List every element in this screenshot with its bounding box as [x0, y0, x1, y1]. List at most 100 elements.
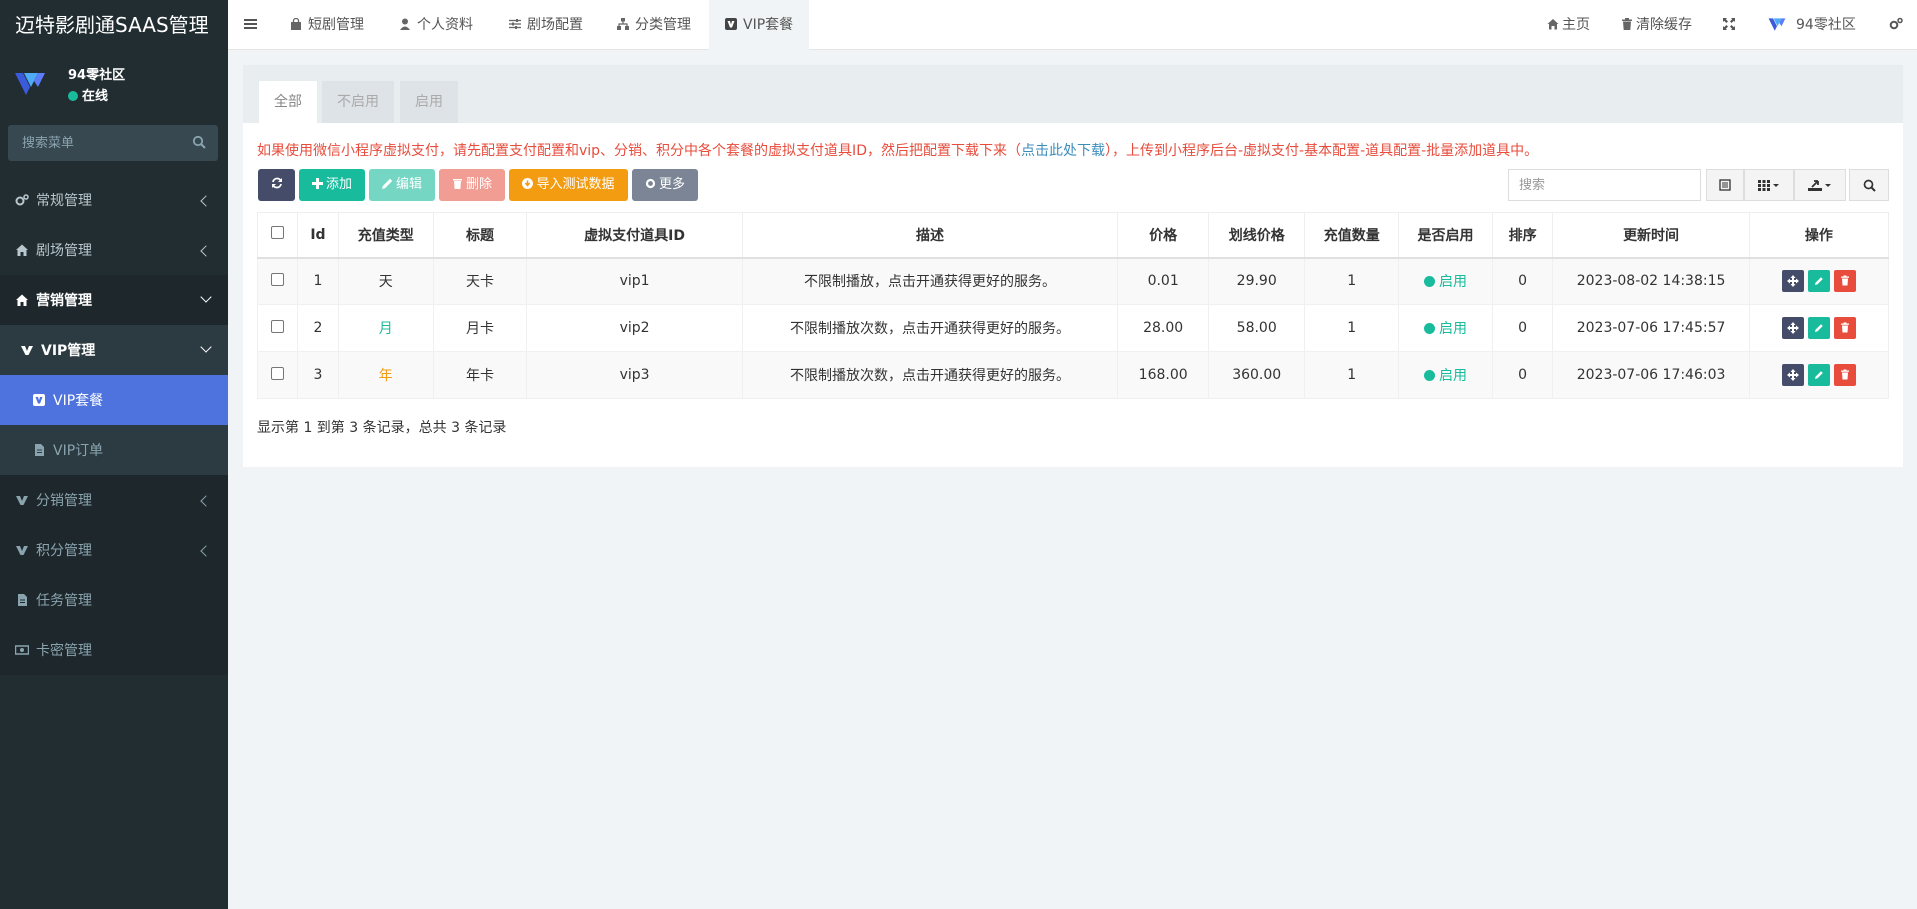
- search-icon: [1863, 179, 1876, 192]
- download-icon: [522, 178, 534, 189]
- user-name: 94零社区: [68, 68, 126, 83]
- column-header[interactable]: 充值数量: [1304, 212, 1400, 259]
- home-icon: [1547, 19, 1559, 30]
- column-header[interactable]: 描述: [741, 212, 1119, 259]
- column-header[interactable]: 更新时间: [1552, 212, 1750, 259]
- cell-description: 不限制播放次数，点击开通获得更好的服务。: [741, 304, 1119, 352]
- status-badge[interactable]: 启用: [1424, 321, 1467, 337]
- cell-description: 不限制播放次数，点击开通获得更好的服务。: [741, 351, 1119, 399]
- table-search-input[interactable]: [1509, 170, 1700, 200]
- home-link[interactable]: 主页: [1547, 0, 1590, 50]
- chevron-down-icon: [200, 341, 212, 353]
- chevron-left-icon: [200, 245, 212, 257]
- table-row: 3 年 年卡 vip3 不限制播放次数，点击开通获得更好的服务。 168.00 …: [257, 351, 1890, 399]
- pencil-icon: [1814, 277, 1823, 286]
- plus-icon: [311, 178, 323, 189]
- sidebar-item-points[interactable]: 积分管理: [0, 525, 228, 575]
- column-header[interactable]: Id: [296, 212, 339, 259]
- add-button[interactable]: 添加: [299, 169, 365, 201]
- sidebar-item-general[interactable]: 常规管理: [0, 175, 228, 225]
- cell-quantity: 1: [1304, 304, 1400, 352]
- file-icon: [35, 444, 44, 456]
- row-delete-button[interactable]: [1833, 270, 1856, 293]
- fullscreen-icon: [1723, 18, 1735, 30]
- cell-id: 1: [296, 257, 339, 305]
- cell-title: 天卡: [432, 257, 528, 305]
- sidebar-item-cards[interactable]: 卡密管理: [0, 625, 228, 675]
- status-badge[interactable]: 启用: [1424, 274, 1467, 290]
- column-header[interactable]: 充值类型: [337, 212, 434, 259]
- row-delete-button[interactable]: [1833, 317, 1856, 339]
- column-header[interactable]: 标题: [432, 212, 528, 259]
- add-button-label: 添加: [325, 177, 352, 192]
- select-all-checkbox[interactable]: [270, 226, 284, 240]
- vip-icon: [33, 394, 45, 406]
- vip-icon: [16, 546, 28, 555]
- column-header[interactable]: 是否启用: [1398, 212, 1493, 259]
- notice-text: 如果使用微信小程序虚拟支付，请先配置支付配置和vip、分销、积分中各个套餐的虚拟…: [257, 140, 1538, 160]
- tab-theater-config[interactable]: 剧场配置: [509, 0, 583, 50]
- row-delete-button[interactable]: [1833, 364, 1856, 386]
- cell-updated: 2023-08-02 14:38:15: [1552, 257, 1750, 305]
- menu-toggle-button[interactable]: [244, 0, 257, 50]
- edit-button[interactable]: 编辑: [369, 169, 435, 201]
- download-config-link[interactable]: 点击此处下载: [1021, 143, 1105, 159]
- column-header[interactable]: 价格: [1117, 212, 1210, 259]
- row-checkbox[interactable]: [270, 319, 284, 333]
- tab-label: VIP套餐: [743, 17, 794, 33]
- drag-sort-button[interactable]: [1781, 364, 1804, 386]
- import-test-data-button[interactable]: 导入测试数据: [509, 169, 628, 201]
- column-header[interactable]: 排序: [1491, 212, 1554, 259]
- clear-cache-button[interactable]: 清除缓存: [1621, 0, 1692, 50]
- sidebar-item-label: 积分管理: [36, 543, 92, 559]
- row-checkbox[interactable]: [270, 366, 284, 380]
- toggle-view-button[interactable]: [1706, 169, 1744, 201]
- sidebar-item-distribution[interactable]: 分销管理: [0, 475, 228, 525]
- sidebar-item-label: 卡密管理: [36, 643, 92, 659]
- columns-button[interactable]: [1744, 169, 1794, 201]
- cell-title: 年卡: [432, 351, 528, 399]
- status-badge[interactable]: 启用: [1424, 368, 1467, 384]
- import-button-label: 导入测试数据: [536, 177, 615, 192]
- sidebar-item-vip-order[interactable]: VIP订单: [0, 425, 228, 475]
- tab-short-drama[interactable]: 短剧管理: [290, 0, 364, 50]
- drag-sort-button[interactable]: [1781, 270, 1804, 293]
- status-dot: [1424, 323, 1436, 334]
- arrows-icon: [1786, 322, 1799, 334]
- sidebar-item-vip-package[interactable]: VIP套餐: [0, 375, 228, 425]
- tab-enabled[interactable]: 启用: [400, 81, 458, 123]
- delete-button-label: 删除: [465, 177, 492, 192]
- tab-profile[interactable]: 个人资料: [399, 0, 473, 50]
- cell-type: 月: [337, 304, 434, 352]
- advanced-search-button[interactable]: [1849, 169, 1889, 201]
- drag-sort-button[interactable]: [1781, 317, 1804, 339]
- column-header[interactable]: 虚拟支付道具ID: [526, 212, 743, 259]
- settings-button[interactable]: [1889, 0, 1903, 50]
- sidebar-item-theater[interactable]: 剧场管理: [0, 225, 228, 275]
- refresh-button[interactable]: [258, 169, 295, 201]
- sidebar-search-input[interactable]: [8, 125, 218, 161]
- fullscreen-button[interactable]: [1723, 0, 1735, 50]
- tab-label: 剧场配置: [527, 17, 583, 33]
- row-edit-button[interactable]: [1807, 270, 1830, 293]
- cell-sort: 0: [1491, 304, 1554, 352]
- row-checkbox[interactable]: [270, 272, 284, 286]
- search-icon[interactable]: [192, 135, 206, 149]
- sidebar-item-vip[interactable]: VIP管理: [0, 325, 228, 375]
- export-button[interactable]: [1794, 169, 1846, 201]
- tab-vip-package[interactable]: VIP套餐: [709, 0, 810, 50]
- more-button[interactable]: 更多: [632, 169, 698, 201]
- tab-disabled[interactable]: 不启用: [322, 81, 394, 123]
- row-edit-button[interactable]: [1807, 364, 1830, 386]
- user-status-text: 在线: [82, 89, 109, 104]
- row-edit-button[interactable]: [1807, 317, 1830, 339]
- tab-category[interactable]: 分类管理: [617, 0, 691, 50]
- tab-all[interactable]: 全部: [259, 81, 317, 123]
- select-all-cell: [257, 212, 298, 259]
- sidebar-item-marketing[interactable]: 营销管理: [0, 275, 228, 325]
- user-menu[interactable]: 94零社区: [1768, 0, 1856, 50]
- sidebar-item-tasks[interactable]: 任务管理: [0, 575, 228, 625]
- trash-icon: [1622, 18, 1632, 30]
- delete-button[interactable]: 删除: [439, 169, 505, 201]
- column-header[interactable]: 划线价格: [1208, 212, 1306, 259]
